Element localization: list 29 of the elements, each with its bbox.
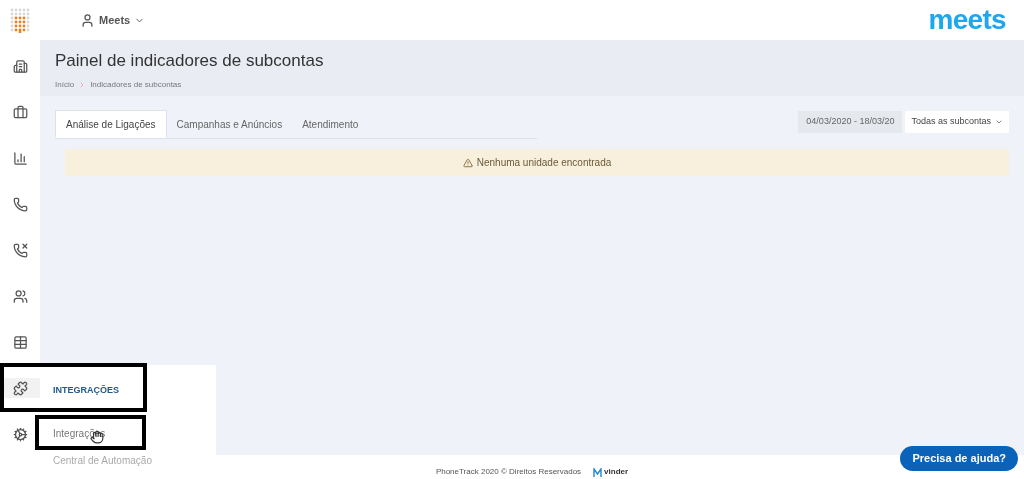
signal-bars-icon xyxy=(12,150,28,166)
footer-text: PhoneTrack 2020 © Direitos Reservados xyxy=(435,466,582,478)
brand-text: vinder xyxy=(604,466,629,478)
breadcrumb-link[interactable]: Início xyxy=(55,78,75,91)
warning-icon xyxy=(462,157,473,168)
phone-icon xyxy=(12,196,28,212)
briefcase-icon xyxy=(12,104,28,120)
tab[interactable]: Atendimento xyxy=(292,110,369,138)
phone-missed-icon xyxy=(12,242,28,258)
m-logo-icon xyxy=(593,468,603,477)
breadcrumb-link[interactable]: Indicadores de subcontas xyxy=(90,78,182,91)
help-button[interactable]: Precisa de ajuda? xyxy=(900,446,1018,471)
account-menu[interactable]: Meets xyxy=(80,11,146,29)
tab[interactable]: Análise de Ligações xyxy=(55,110,167,138)
brand-logo: meets xyxy=(928,6,1006,34)
date-range-button[interactable]: 04/03/2020 - 18/03/20 xyxy=(798,111,903,133)
table-icon xyxy=(12,334,28,350)
menu-heading: INTEGRAÇÕES xyxy=(53,384,119,397)
user-icon xyxy=(80,12,95,28)
subaccount-dropdown[interactable]: Todas as subcontas xyxy=(905,111,1009,133)
puzzle-icon xyxy=(12,380,28,396)
caret-icon xyxy=(995,118,1003,126)
tab[interactable]: Campanhas e Anúncios xyxy=(166,110,293,138)
building-icon xyxy=(12,58,28,74)
users-icon xyxy=(12,288,28,304)
gears-icon xyxy=(12,426,28,442)
page-title: Painel de indicadores de subcontas xyxy=(55,50,325,72)
alert-text: Nenhuma unidade encontrada xyxy=(476,156,612,170)
dot-grid-logo-icon xyxy=(9,7,31,33)
